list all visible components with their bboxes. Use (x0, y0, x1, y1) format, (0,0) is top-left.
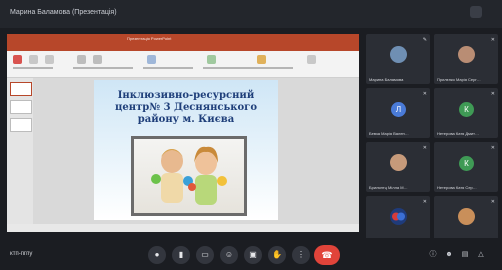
logo-icon (392, 212, 405, 221)
children-photo (134, 139, 244, 213)
ppt-titlebar: Презентація PowerPoint (7, 34, 359, 44)
participant-avatar: К (459, 156, 474, 171)
camera-icon: ▮ (178, 250, 184, 259)
arrange-icon (257, 55, 266, 64)
layout-icon (45, 55, 54, 64)
ribbon-group-drawing (203, 67, 293, 69)
ribbon-group-clipboard (13, 67, 53, 69)
paste-icon (13, 55, 22, 64)
more-icon: ⋮ (297, 250, 305, 259)
mic-off-icon: ✕ (490, 145, 495, 151)
participant-name: Прилєпко Марія Серг… (437, 77, 481, 82)
slide-title-line2: центр№ 3 Деснянського (115, 102, 257, 113)
microphone-icon: ● (154, 250, 160, 259)
children-photo-illustration (151, 146, 227, 205)
emoji-button[interactable]: ☺ (220, 246, 238, 264)
new-slide-icon (29, 55, 38, 64)
current-slide: Інклюзивно-ресурсний центр№ 3 Деснянсько… (94, 80, 278, 220)
meeting-topbar: Марина Баламова (Презентація) (0, 0, 502, 28)
slide-thumbnails (7, 78, 33, 232)
ribbon-group-paragraph (143, 67, 193, 69)
participant-tile[interactable]: К ✕ Нетерова Катя Сер… (434, 142, 498, 192)
ppt-ribbon (7, 51, 359, 78)
slide-thumbnail[interactable] (10, 100, 32, 114)
participant-photo (390, 46, 407, 63)
present-button[interactable]: ▣ (244, 246, 262, 264)
meeting-code: ктп-пгпу (10, 251, 33, 257)
people-icon[interactable]: ☻ (444, 250, 454, 260)
participant-tile[interactable]: К ✕ Нетерова Катя Дмит… (434, 88, 498, 138)
participant-name: Бевза Марія Вален… (369, 131, 409, 136)
participant-tile[interactable]: ✎ Марина Баламова (366, 34, 430, 84)
chat-icon[interactable]: ▤ (460, 250, 470, 260)
end-call-button[interactable]: ☎ (314, 245, 340, 265)
font-icon (77, 55, 86, 64)
mic-icon: ✎ (422, 37, 427, 43)
ppt-ribbon-tabs (7, 44, 359, 55)
shared-screen: Презентація PowerPoint Інклюзивно-ресурс… (7, 34, 359, 232)
slide-title: Інклюзивно-ресурсний центр№ 3 Деснянсько… (100, 90, 272, 126)
participant-name: Нетерова Катя Сер… (437, 185, 477, 190)
paragraph-icon (147, 55, 156, 64)
mic-off-icon: ✕ (490, 37, 495, 43)
raise-hand-button[interactable]: ✋ (268, 246, 286, 264)
participant-photo (458, 208, 475, 225)
participant-avatar: Л (391, 102, 406, 117)
emoji-icon: ☺ (224, 250, 234, 259)
participant-photo (458, 46, 475, 63)
ppt-status-bar (7, 224, 359, 232)
mic-off-icon: ✕ (490, 91, 495, 97)
meeting-toolbar: ктп-пгпу ● ▮ ▭ ☺ ▣ ✋ ⋮ ☎ ⓘ ☻ ▤ △ (0, 238, 502, 270)
end-call-icon: ☎ (321, 250, 333, 260)
slide-photo-frame (131, 136, 247, 216)
participant-tile[interactable]: Л ✕ Бевза Марія Вален… (366, 88, 430, 138)
more-options-button[interactable]: ⋮ (292, 246, 310, 264)
participant-avatar: К (459, 102, 474, 117)
participant-logo (390, 208, 407, 225)
slide-thumbnail[interactable] (10, 82, 32, 96)
shapes-icon (207, 55, 216, 64)
participant-photo (390, 154, 407, 171)
present-icon: ▣ (249, 250, 257, 259)
layout-icon[interactable] (470, 6, 482, 18)
ppt-window-title: Презентація PowerPoint (127, 36, 172, 41)
microphone-button[interactable]: ● (148, 246, 166, 264)
ribbon-group-font (73, 67, 133, 69)
hand-icon: ✋ (272, 250, 282, 259)
find-icon (307, 55, 316, 64)
info-icon[interactable]: ⓘ (428, 250, 438, 260)
font-size-icon (93, 55, 102, 64)
mic-off-icon: ✕ (422, 199, 427, 205)
participant-name: Нетерова Катя Дмит… (437, 131, 479, 136)
participant-name: Марина Баламова (369, 77, 404, 82)
captions-button[interactable]: ▭ (196, 246, 214, 264)
presenter-label: Марина Баламова (Презентація) (10, 9, 117, 16)
slide-thumbnail[interactable] (10, 118, 32, 132)
slide-title-line1: Інклюзивно-ресурсний (117, 90, 255, 101)
activities-icon[interactable]: △ (476, 250, 486, 260)
camera-button[interactable]: ▮ (172, 246, 190, 264)
mic-off-icon: ✕ (422, 145, 427, 151)
captions-icon: ▭ (201, 250, 209, 259)
slide-title-line3: району м. Києва (137, 114, 235, 125)
participant-tile[interactable]: ✕ Брилянтц Мілла М… (366, 142, 430, 192)
mic-off-icon: ✕ (422, 91, 427, 97)
mic-off-icon: ✕ (490, 199, 495, 205)
participant-name: Брилянтц Мілла М… (369, 185, 408, 190)
participant-tile[interactable]: ✕ Прилєпко Марія Серг… (434, 34, 498, 84)
